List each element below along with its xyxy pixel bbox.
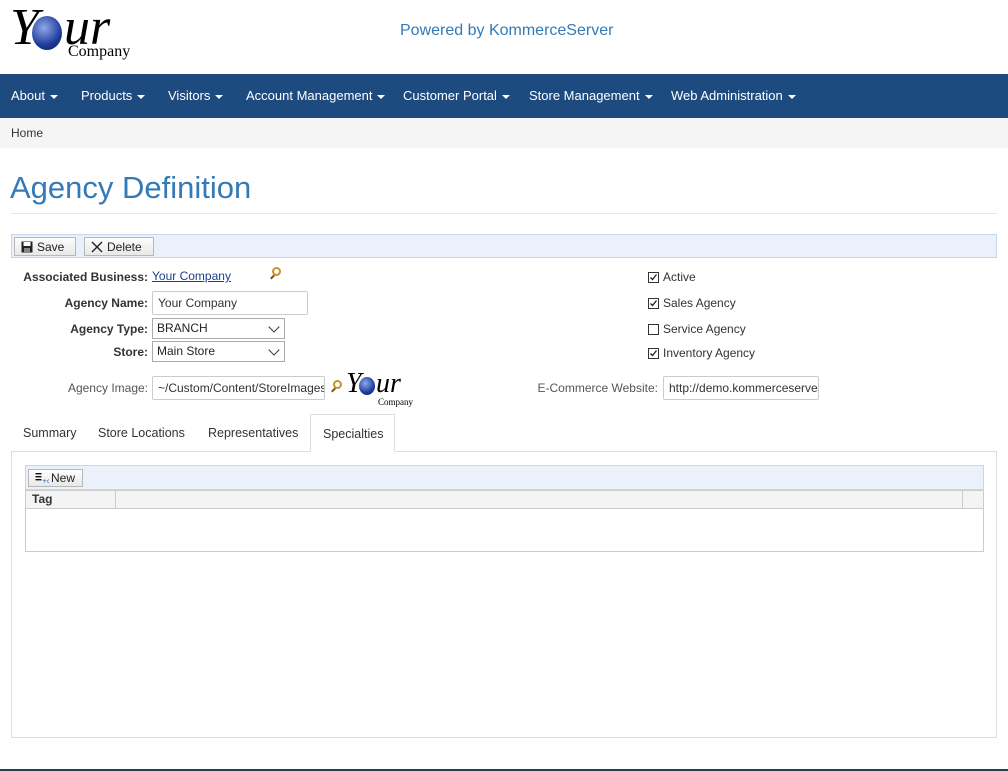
caret-down-icon — [501, 94, 510, 99]
company-logo[interactable]: Y ur Company — [10, 0, 140, 62]
page-header: Y ur Company Powered by KommerceServer — [0, 0, 1008, 74]
nav-visitors[interactable]: Visitors — [168, 74, 224, 118]
store-select[interactable]: Main Store — [152, 341, 285, 362]
nav-products-label: Products — [81, 88, 133, 103]
tab-specialties[interactable]: Specialties — [310, 414, 395, 452]
nav-products[interactable]: Products — [81, 74, 146, 118]
nav-web-administration[interactable]: Web Administration — [671, 74, 796, 118]
store-label: Store: — [113, 345, 148, 359]
search-lookup-icon[interactable] — [272, 267, 281, 276]
associated-business-label: Associated Business: — [23, 270, 148, 284]
agency-type-label: Agency Type: — [70, 322, 148, 336]
ecommerce-website-input[interactable]: http://demo.kommerceserver — [663, 376, 819, 400]
agency-type-value: BRANCH — [157, 321, 208, 335]
store-value: Main Store — [157, 344, 216, 358]
sales-agency-checkbox-row[interactable]: Sales Agency — [648, 296, 736, 310]
preview-company-text: Company — [378, 397, 413, 407]
delete-button[interactable]: Delete — [84, 237, 154, 256]
breadcrumb: Home — [0, 118, 1008, 148]
preview-orb-icon — [359, 377, 375, 395]
caret-down-icon — [644, 94, 653, 99]
nav-store-management[interactable]: Store Management — [529, 74, 653, 118]
nav-about[interactable]: About — [11, 74, 58, 118]
column-header-blank — [116, 491, 963, 508]
logo-orb-icon — [32, 16, 62, 50]
grid-header: Tag — [25, 490, 984, 509]
sales-agency-checkbox[interactable] — [648, 298, 659, 309]
sales-agency-label: Sales Agency — [663, 296, 736, 310]
delete-label: Delete — [107, 240, 142, 254]
nav-account-management-label: Account Management — [246, 88, 373, 103]
associated-business-link[interactable]: Your Company — [152, 269, 231, 283]
active-checkbox-row[interactable]: Active — [648, 270, 696, 284]
agency-image-preview: Y ur Company — [346, 368, 418, 409]
inventory-agency-label: Inventory Agency — [663, 346, 756, 360]
preview-letters-ur: ur — [376, 368, 401, 399]
title-divider — [11, 213, 997, 214]
breadcrumb-home[interactable]: Home — [11, 126, 43, 140]
floppy-disk-icon — [21, 241, 33, 255]
caret-down-icon — [377, 94, 386, 99]
save-label: Save — [37, 240, 65, 254]
agency-name-input[interactable]: Your Company — [152, 291, 308, 315]
agency-name-label: Agency Name: — [64, 296, 148, 310]
caret-down-icon — [49, 94, 58, 99]
new-button[interactable]: +c New — [28, 469, 83, 487]
caret-down-icon — [787, 94, 796, 99]
nav-account-management[interactable]: Account Management — [246, 74, 386, 118]
inventory-agency-checkbox[interactable] — [648, 348, 659, 359]
nav-web-administration-label: Web Administration — [671, 88, 783, 103]
tab-store-locations[interactable]: Store Locations — [86, 414, 197, 452]
column-header-tag[interactable]: Tag — [26, 491, 116, 508]
powered-by-text: Powered by KommerceServer — [400, 22, 614, 39]
nav-customer-portal[interactable]: Customer Portal — [403, 74, 510, 118]
chevron-down-icon — [268, 344, 280, 356]
nav-customer-portal-label: Customer Portal — [403, 88, 497, 103]
new-record-icon: +c — [35, 472, 50, 486]
svg-text:+c: +c — [42, 478, 49, 484]
close-x-icon — [91, 241, 103, 255]
tab-summary[interactable]: Summary — [11, 414, 88, 452]
service-agency-label: Service Agency — [663, 322, 746, 336]
nav-visitors-label: Visitors — [168, 88, 211, 103]
chevron-down-icon — [268, 321, 280, 333]
agency-image-input[interactable]: ~/Custom/Content/StoreImages/ — [152, 376, 325, 400]
service-agency-checkbox[interactable] — [648, 324, 659, 335]
search-image-icon[interactable] — [333, 380, 342, 389]
form-toolbar: Save Delete — [11, 234, 997, 258]
logo-company-text: Company — [68, 43, 131, 60]
agency-image-label: Agency Image: — [67, 381, 148, 395]
new-label: New — [51, 471, 76, 485]
agency-type-select[interactable]: BRANCH — [152, 318, 285, 339]
save-button[interactable]: Save — [14, 237, 76, 256]
caret-down-icon — [137, 94, 146, 99]
service-agency-checkbox-row[interactable]: Service Agency — [648, 322, 746, 336]
active-checkbox[interactable] — [648, 272, 659, 283]
grid-body — [25, 509, 984, 552]
inventory-agency-checkbox-row[interactable]: Inventory Agency — [648, 346, 755, 360]
nav-about-label: About — [11, 88, 45, 103]
nav-store-management-label: Store Management — [529, 88, 640, 103]
page-title: Agency Definition — [10, 170, 252, 205]
caret-down-icon — [215, 94, 224, 99]
grid-toolbar: +c New — [25, 465, 984, 490]
main-navbar: About Products Visitors Account Manageme… — [0, 74, 1008, 118]
active-label: Active — [663, 270, 696, 284]
tab-representatives[interactable]: Representatives — [196, 414, 310, 452]
ecommerce-website-label: E-Commerce Website: — [537, 381, 658, 395]
